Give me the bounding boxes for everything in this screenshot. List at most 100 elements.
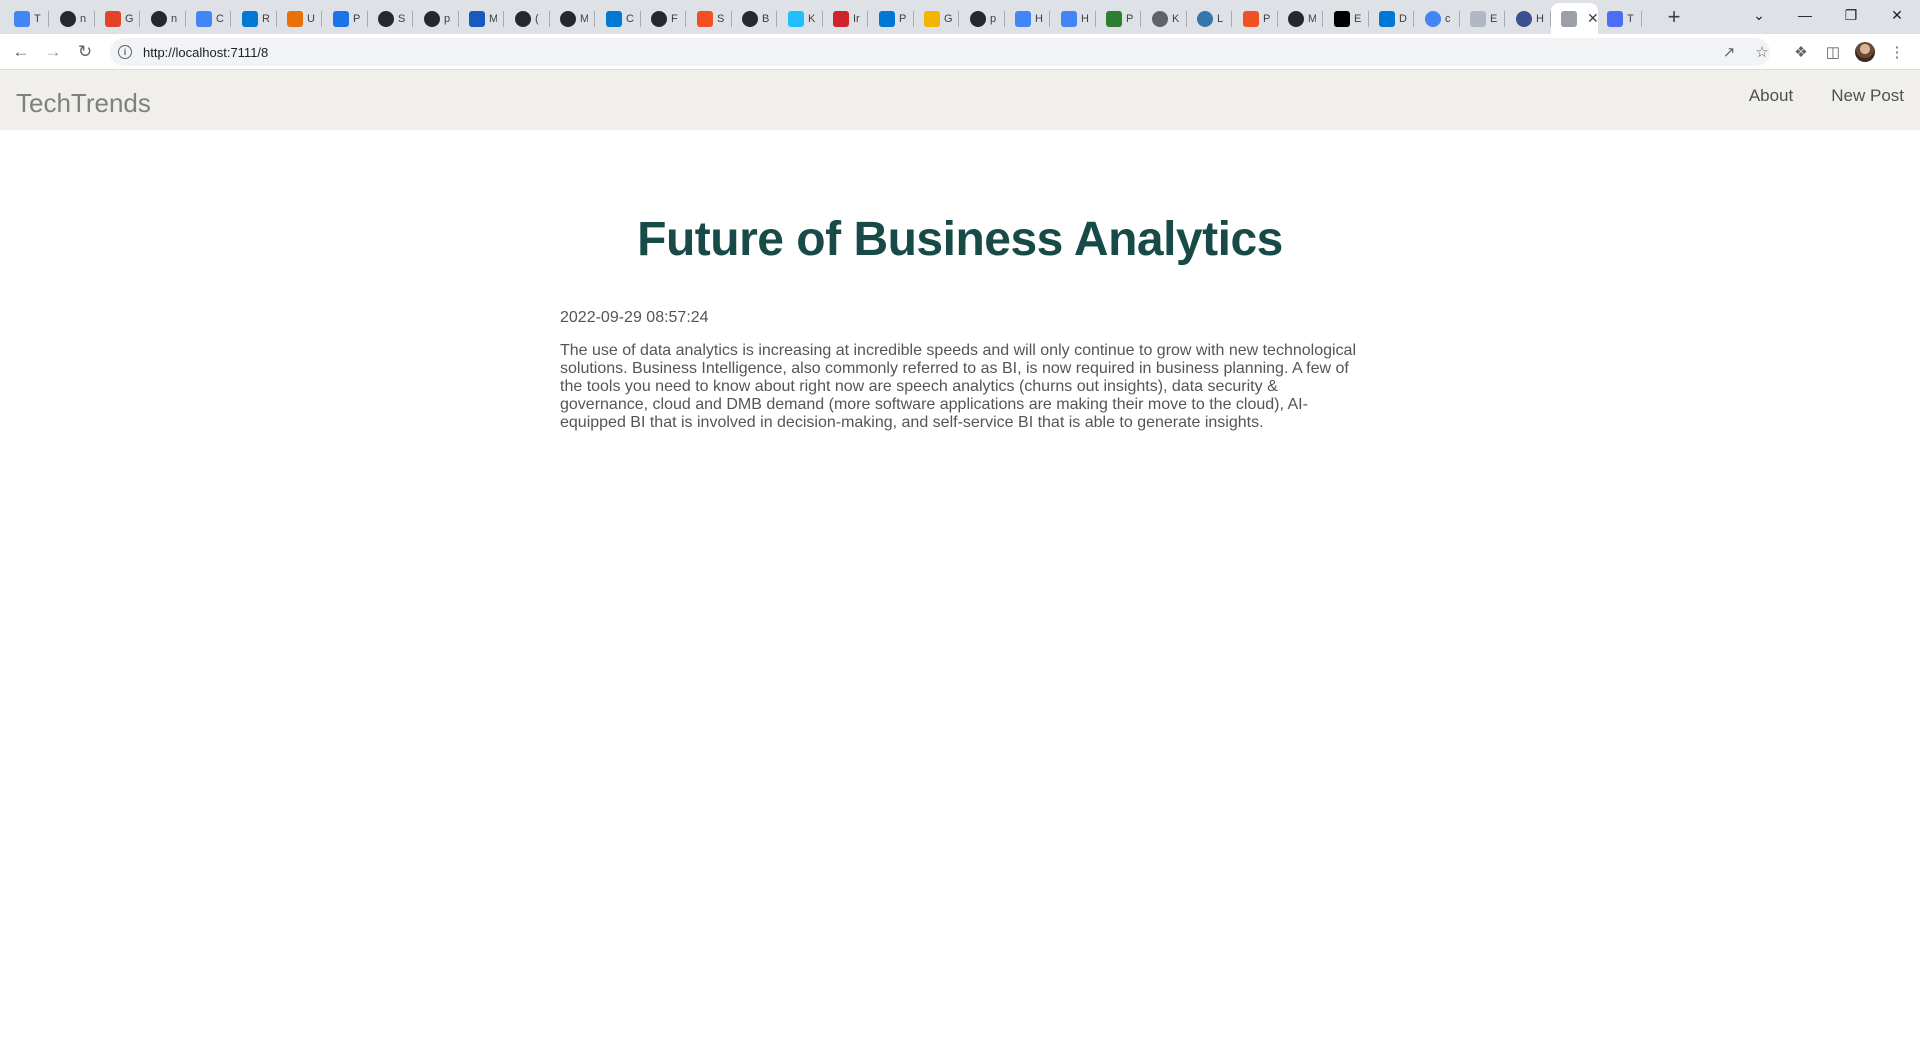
browser-tab[interactable]: P [1233,3,1278,34]
browser-tab-title: B [762,12,770,25]
browser-tab[interactable]: C [596,3,641,34]
browser-tab-title: L [1217,12,1224,25]
chrome-icon [1425,10,1441,27]
browser-tab[interactable]: T [4,3,49,34]
browser-tab[interactable]: K [1142,3,1187,34]
browser-tab[interactable]: S [687,3,732,34]
nav-about-link[interactable]: About [1749,86,1793,106]
browser-tab[interactable]: n [50,3,95,34]
shield-icon [1061,10,1077,27]
browser-tab-title: n [171,12,178,25]
browser-tab[interactable]: M [459,3,504,34]
browser-tab[interactable]: c [1415,3,1460,34]
browser-tab[interactable]: p [960,3,1005,34]
tab-separator [503,11,504,27]
browser-tab[interactable]: ( [505,3,550,34]
extensions-puzzle-icon[interactable]: ❖ [1790,41,1812,63]
new-tab-button[interactable]: + [1660,3,1688,31]
browser-tab[interactable]: H [1506,3,1551,34]
page-viewport: TechTrends About New Post Future of Busi… [0,70,1920,1040]
browser-tab[interactable]: M [1278,3,1323,34]
minimize-icon[interactable]: — [1782,0,1828,30]
browser-tab[interactable]: H [1005,3,1050,34]
browser-tab[interactable]: E [1324,3,1369,34]
browser-tab[interactable]: P [1096,3,1141,34]
gitlab-icon [105,10,121,27]
tab-separator [1140,11,1141,27]
github-icon [1288,10,1304,27]
share-icon[interactable]: ↗ [1718,41,1740,63]
side-panel-icon[interactable]: ◫ [1822,41,1844,63]
tab-separator [776,11,777,27]
menu-kebab-icon[interactable]: ⋮ [1886,41,1908,63]
browser-tab[interactable]: p [414,3,459,34]
browser-tab-title: H [1035,12,1043,25]
browser-tab[interactable]: H [1051,3,1096,34]
browser-tab[interactable]: P [869,3,914,34]
browser-tab-title: ( [535,12,539,25]
browser-tab[interactable]: T [1597,3,1642,34]
github-icon [970,10,986,27]
github-icon [378,10,394,27]
browser-tab[interactable]: K [778,3,823,34]
browser-tab[interactable]: Ir [823,3,868,34]
nav-new-post-link[interactable]: New Post [1831,86,1904,106]
w-icon [1106,10,1122,27]
browser-tab-title: P [1126,12,1134,25]
profile-avatar[interactable] [1854,41,1876,63]
browser-tab-title: E [1490,12,1498,25]
browser-tab[interactable]: B [732,3,777,34]
reload-icon[interactable]: ↻ [73,40,97,64]
forward-arrow-icon[interactable]: → [41,40,65,64]
kaggle-icon [788,10,804,27]
globe-icon [1152,10,1168,27]
tab-separator [230,11,231,27]
browser-tab[interactable]: E [1460,3,1505,34]
close-window-icon[interactable]: ✕ [1874,0,1920,30]
browser-tab-title: c [1445,12,1451,25]
tab-separator [685,11,686,27]
browser-tab[interactable]: G [914,3,959,34]
site-info-icon[interactable]: i [118,45,132,59]
browser-tab[interactable]: R [232,3,277,34]
pencil-icon [924,10,940,27]
browser-tab[interactable]: F [641,3,686,34]
tab-separator [1322,11,1323,27]
news-icon [333,10,349,27]
browser-tab[interactable]: G [95,3,140,34]
browser-tab[interactable]: M [550,3,595,34]
back-arrow-icon[interactable]: ← [9,40,33,64]
github-icon [60,10,76,27]
tab-separator [594,11,595,27]
github-icon [151,10,167,27]
github-icon [515,10,531,27]
browser-tab-title: p [990,12,997,25]
github-icon [651,10,667,27]
browser-tab[interactable]: U [277,3,322,34]
azure-devops-icon [242,10,258,27]
browser-tab-title: R [262,12,270,25]
browser-tab[interactable]: Fu✕ [1551,3,1599,34]
address-bar[interactable]: i http://localhost:7111/8 [110,38,1770,66]
browser-tab-title: C [216,12,224,25]
browser-tab-title: F [671,12,678,25]
browser-tab-title: D [1399,12,1407,25]
address-url[interactable]: http://localhost:7111/8 [143,45,268,60]
site-brand-link[interactable]: TechTrends [16,88,151,119]
browser-tab-title: S [717,12,725,25]
post-title: Future of Business Analytics [637,213,1283,266]
window-controls: ⌄ — ❐ ✕ [1736,0,1920,30]
browser-tab[interactable]: P [323,3,368,34]
pen-icon [287,10,303,27]
bookmark-star-icon[interactable]: ☆ [1751,41,1773,63]
tab-search-chevron-icon[interactable]: ⌄ [1736,0,1782,30]
restore-icon[interactable]: ❐ [1828,0,1874,30]
browser-tab[interactable]: L [1187,3,1232,34]
browser-tab[interactable]: n [141,3,186,34]
university-icon [14,10,30,27]
browser-tab[interactable]: C [186,3,231,34]
browser-tab[interactable]: D [1369,3,1414,34]
browser-tab[interactable]: S [368,3,413,34]
page-icon [1561,10,1577,27]
tab-separator [1641,11,1642,27]
